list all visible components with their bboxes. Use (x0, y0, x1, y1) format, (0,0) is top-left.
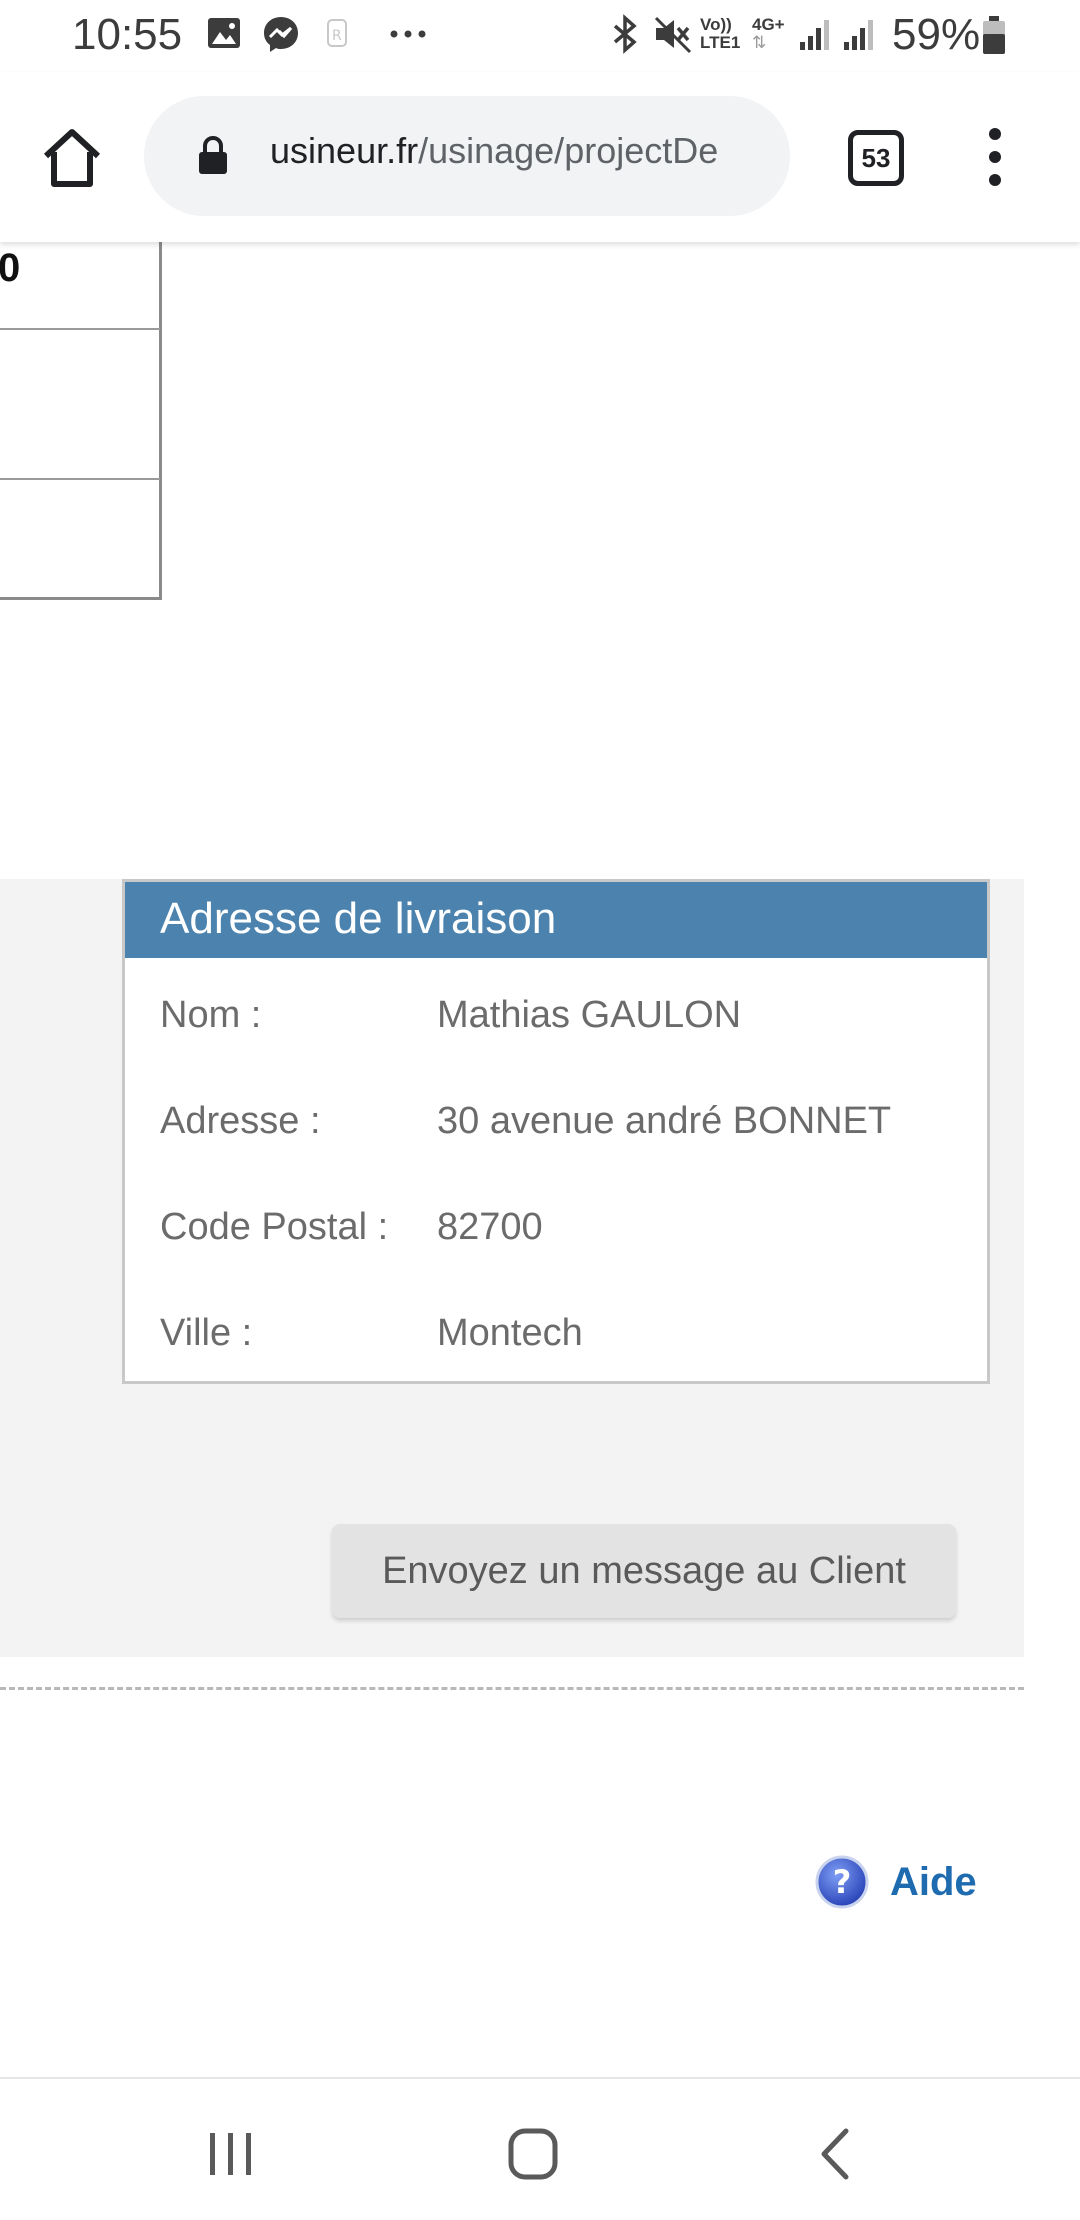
back-icon[interactable] (792, 2119, 882, 2189)
table-fragment: 0 (0, 242, 162, 600)
city-label: Ville : (160, 1312, 253, 1354)
overflow-menu-icon[interactable] (980, 128, 1010, 192)
4g-icon: 4G+ ⇅ (752, 15, 785, 52)
help-label[interactable]: Aide (890, 1860, 977, 1905)
status-bar: 10:55 R Vo)) LTE1 4G+ ⇅ 59% (0, 0, 1080, 72)
home-icon[interactable] (36, 122, 108, 194)
signal-icon (800, 20, 829, 50)
dashed-divider (0, 1687, 1024, 1690)
clock: 10:55 (72, 10, 183, 59)
postal-code-label: Code Postal : (160, 1206, 389, 1248)
svg-text:R: R (332, 28, 342, 44)
mute-icon (654, 16, 692, 54)
svg-text:?: ? (833, 1863, 852, 1901)
postal-code-value: 82700 (437, 1206, 543, 1248)
help-icon[interactable]: ? (814, 1854, 870, 1910)
name-label: Nom : (160, 994, 262, 1036)
gallery-icon (208, 18, 240, 48)
page-content: 0 Adresse de livraison Nom : Mathias GAU… (0, 242, 1080, 2077)
name-value: Mathias GAULON (437, 994, 742, 1036)
address-bar[interactable]: usineur.fr/usinage/projectDe (144, 96, 790, 216)
app-icon: R (327, 19, 347, 47)
tab-switcher-button[interactable]: 53 (848, 130, 904, 186)
address-value: 30 avenue andré BONNET (437, 1100, 892, 1142)
url-path: /usinage/projectDe (418, 130, 719, 171)
messenger-icon (264, 17, 298, 52)
table-divider (0, 478, 160, 480)
send-message-button[interactable]: Envoyez un message au Client (332, 1524, 956, 1618)
delivery-address-title: Adresse de livraison (125, 882, 987, 958)
system-nav-bar (0, 2077, 1080, 2220)
signal-icon-2 (844, 20, 873, 50)
bluetooth-icon (613, 14, 637, 54)
delivery-address-card: Adresse de livraison Nom : Mathias GAULO… (122, 879, 990, 1384)
address-label: Adresse : (160, 1100, 321, 1142)
url-text[interactable]: usineur.fr/usinage/projectDe (270, 130, 718, 172)
more-dots-icon (390, 30, 426, 38)
city-value: Montech (437, 1312, 583, 1354)
recent-apps-icon[interactable] (186, 2119, 276, 2189)
battery-icon (983, 16, 1005, 54)
lock-icon (199, 136, 227, 174)
url-host: usineur.fr (270, 130, 419, 171)
browser-toolbar: usineur.fr/usinage/projectDe 53 (0, 72, 1080, 242)
home-nav-icon[interactable] (488, 2119, 578, 2189)
table-divider (0, 328, 160, 330)
battery-percent: 59% (892, 10, 981, 59)
volte-icon: Vo)) LTE1 (700, 15, 741, 52)
table-cell-value: 0 (0, 246, 21, 290)
